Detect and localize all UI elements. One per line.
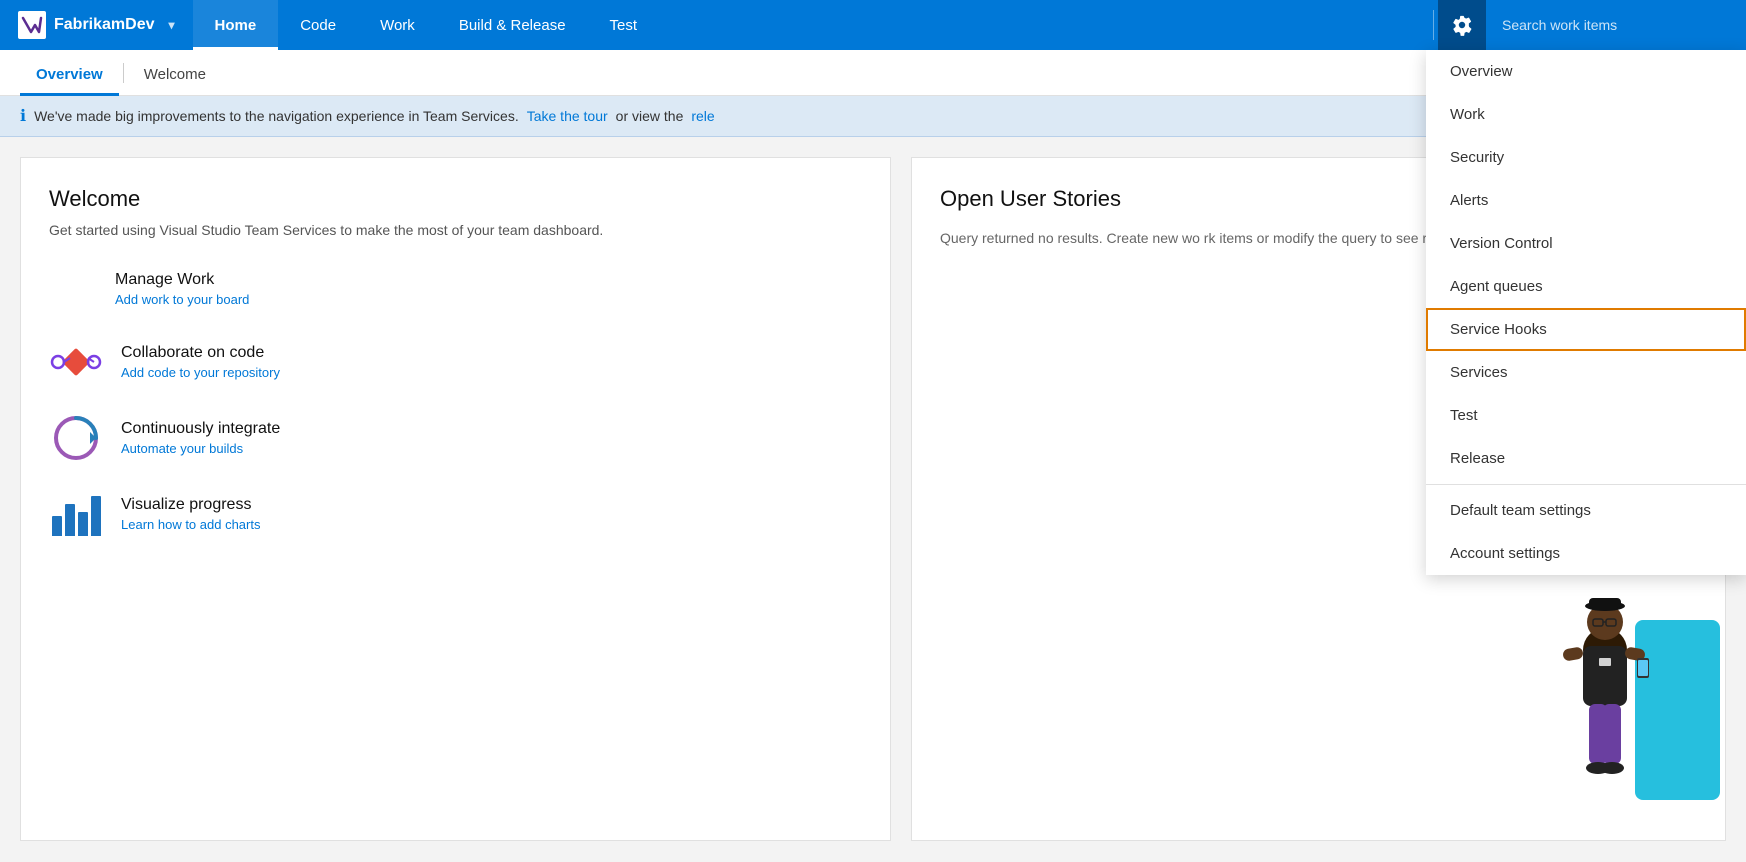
settings-dropdown-menu: Overview Work Security Alerts Version Co… xyxy=(1426,50,1746,575)
visualize-title: Visualize progress xyxy=(121,496,260,514)
visualize-text: Visualize progress Learn how to add char… xyxy=(121,496,260,532)
nav-link-build-release[interactable]: Build & Release xyxy=(437,0,588,50)
brand-name: FabrikamDev xyxy=(54,16,155,34)
manage-work-text: Manage Work Add work to your board xyxy=(115,271,249,307)
card-item-ci: Continuously integrate Automate your bui… xyxy=(49,411,862,465)
info-or-text: or view the xyxy=(616,108,684,124)
release-notes-link[interactable]: rele xyxy=(691,108,714,124)
welcome-card: Welcome Get started using Visual Studio … xyxy=(20,157,891,841)
charts-icon xyxy=(52,490,101,538)
dropdown-item-work[interactable]: Work xyxy=(1426,93,1746,136)
top-nav: FabrikamDev ▾ Home Code Work Build & Rel… xyxy=(0,0,1746,50)
visualize-icon xyxy=(49,487,103,541)
brand-dropdown-arrow[interactable]: ▾ xyxy=(169,18,175,32)
dropdown-divider xyxy=(1426,484,1746,485)
info-icon: ℹ xyxy=(20,106,26,126)
ci-text: Continuously integrate Automate your bui… xyxy=(121,420,280,456)
collaborate-link[interactable]: Add code to your repository xyxy=(121,365,280,380)
search-box[interactable]: Search work items xyxy=(1486,0,1746,50)
collaborate-text: Collaborate on code Add code to your rep… xyxy=(121,344,280,380)
ci-link[interactable]: Automate your builds xyxy=(121,441,280,456)
nav-separator xyxy=(1433,10,1434,40)
dropdown-item-default-team-settings[interactable]: Default team settings xyxy=(1426,489,1746,532)
tab-separator xyxy=(123,63,124,83)
manage-work-title: Manage Work xyxy=(115,271,249,289)
welcome-card-title: Welcome xyxy=(49,186,862,212)
collaborate-icon xyxy=(49,335,103,389)
tab-welcome[interactable]: Welcome xyxy=(128,54,222,96)
dropdown-item-version-control[interactable]: Version Control xyxy=(1426,222,1746,265)
settings-gear-button[interactable] xyxy=(1438,0,1486,50)
dropdown-item-alerts[interactable]: Alerts xyxy=(1426,179,1746,222)
info-message: We've made big improvements to the navig… xyxy=(34,108,519,124)
nav-link-home[interactable]: Home xyxy=(193,0,279,50)
dropdown-item-overview[interactable]: Overview xyxy=(1426,50,1746,93)
ci-title: Continuously integrate xyxy=(121,420,280,438)
card-item-manage-work: Manage Work Add work to your board xyxy=(49,265,862,313)
welcome-card-subtitle: Get started using Visual Studio Team Ser… xyxy=(49,220,862,241)
brand-logo[interactable]: FabrikamDev ▾ xyxy=(0,0,193,50)
dropdown-item-agent-queues[interactable]: Agent queues xyxy=(1426,265,1746,308)
dropdown-item-services[interactable]: Services xyxy=(1426,351,1746,394)
dropdown-item-service-hooks[interactable]: Service Hooks xyxy=(1426,308,1746,351)
nav-links: Home Code Work Build & Release Test xyxy=(193,0,1429,50)
card-item-collaborate: Collaborate on code Add code to your rep… xyxy=(49,335,862,389)
manage-work-link[interactable]: Add work to your board xyxy=(115,292,249,307)
nav-link-test[interactable]: Test xyxy=(588,0,660,50)
manage-work-icon xyxy=(49,265,97,313)
collaborate-title: Collaborate on code xyxy=(121,344,280,362)
dropdown-item-security[interactable]: Security xyxy=(1426,136,1746,179)
ci-icon xyxy=(49,411,103,465)
dropdown-item-release[interactable]: Release xyxy=(1426,437,1746,480)
dropdown-item-account-settings[interactable]: Account settings xyxy=(1426,532,1746,575)
card-item-visualize: Visualize progress Learn how to add char… xyxy=(49,487,862,541)
dropdown-item-test[interactable]: Test xyxy=(1426,394,1746,437)
nav-link-code[interactable]: Code xyxy=(278,0,358,50)
stories-illustration xyxy=(1525,540,1725,840)
visualize-link[interactable]: Learn how to add charts xyxy=(121,517,260,532)
search-placeholder: Search work items xyxy=(1502,17,1617,33)
nav-link-work[interactable]: Work xyxy=(358,0,437,50)
take-the-tour-link[interactable]: Take the tour xyxy=(527,108,608,124)
tab-overview[interactable]: Overview xyxy=(20,54,119,96)
